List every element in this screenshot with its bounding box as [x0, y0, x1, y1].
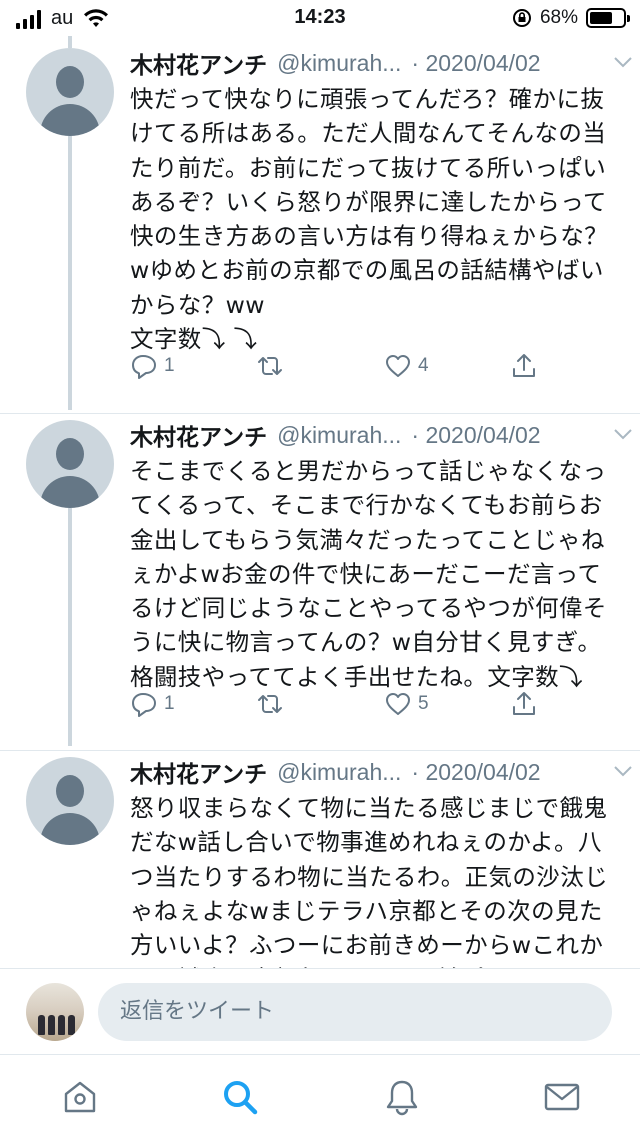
reply-icon [132, 693, 156, 717]
my-avatar[interactable] [26, 983, 84, 1041]
default-avatar-head [56, 775, 84, 807]
reply-button[interactable]: 1 [130, 686, 175, 722]
tweet-thread[interactable]: 木村花アンチ @kimurah... · 2020/04/02 快だって快なりに… [0, 36, 640, 968]
tweet[interactable]: 木村花アンチ @kimurah... · 2020/04/02 快だって快なりに… [0, 46, 640, 411]
rotation-lock-icon [512, 9, 531, 27]
tweet-date: · 2020/04/02 [411, 49, 541, 76]
display-name[interactable]: 木村花アンチ [130, 46, 267, 80]
battery-fill [590, 12, 612, 24]
share-button[interactable] [510, 686, 538, 722]
tab-messages[interactable] [542, 1077, 582, 1117]
tweet-header: 木村花アンチ @kimurah... · 2020/04/02 [130, 755, 620, 789]
like-count: 5 [418, 693, 429, 714]
reply-input[interactable]: 返信をツイート [98, 983, 612, 1041]
like-count: 4 [418, 355, 429, 376]
share-icon [513, 692, 535, 715]
default-avatar-head [56, 66, 84, 98]
tweet-divider [0, 413, 640, 414]
avatar[interactable] [26, 757, 114, 845]
tab-home[interactable] [60, 1077, 100, 1117]
avatar[interactable] [26, 420, 114, 508]
user-handle[interactable]: @kimurah... [277, 422, 401, 449]
share-icon [513, 354, 535, 377]
avatar-figure [68, 1015, 75, 1035]
avatar[interactable] [26, 48, 114, 136]
share-button[interactable] [510, 348, 538, 384]
default-avatar-body [40, 104, 100, 136]
home-icon [64, 1081, 96, 1113]
retweet-button[interactable] [256, 686, 290, 722]
tweet-actions: 1 4 [130, 348, 550, 384]
messages-icon [544, 1083, 580, 1111]
reply-bar: 返信をツイート [0, 968, 640, 1054]
tweet-text: そこまでくると男だからって話じゃなくなってくるって、そこまで行かなくてもお前らお… [130, 457, 607, 691]
battery-percent: 68% [539, 7, 578, 28]
reply-icon [132, 355, 156, 379]
chevron-down-icon[interactable] [612, 763, 634, 779]
search-icon [224, 1081, 258, 1115]
tweet-header: 木村花アンチ @kimurah... · 2020/04/02 [130, 46, 620, 80]
heart-icon [386, 693, 410, 715]
status-bar-right: 68% [512, 7, 630, 29]
display-name[interactable]: 木村花アンチ [130, 418, 267, 452]
default-avatar-body [40, 813, 100, 845]
user-handle[interactable]: @kimurah... [277, 759, 401, 786]
avatar-figure [38, 1015, 45, 1035]
tab-bar [0, 1054, 640, 1138]
retweet-button[interactable] [256, 348, 290, 384]
tweet-date: · 2020/04/02 [411, 758, 541, 785]
retweet-icon [258, 695, 282, 713]
battery-icon [586, 8, 630, 28]
tweet-divider [0, 750, 640, 751]
tweet-text: 快だって快なりに頑張ってんだろ？確かに抜けてる所はある。ただ人間なんてそんなの当… [130, 85, 608, 354]
tweet-date: · 2020/04/02 [411, 421, 541, 448]
display-name[interactable]: 木村花アンチ [130, 755, 267, 789]
reply-count: 1 [164, 355, 175, 376]
reply-button[interactable]: 1 [130, 348, 175, 384]
chevron-down-icon[interactable] [612, 426, 634, 442]
default-avatar-head [56, 438, 84, 470]
tab-notifications[interactable] [382, 1077, 422, 1117]
reply-count: 1 [164, 693, 175, 714]
heart-icon [386, 355, 410, 377]
notifications-icon [386, 1080, 418, 1116]
default-avatar-body [40, 476, 100, 508]
tab-search[interactable] [220, 1077, 260, 1117]
tweet-actions: 1 5 [130, 686, 550, 722]
tweet-header: 木村花アンチ @kimurah... · 2020/04/02 [130, 418, 620, 452]
avatar-figure [48, 1015, 55, 1035]
tweet[interactable]: 木村花アンチ @kimurah... · 2020/04/02 怒り収まらなくて… [0, 755, 640, 968]
retweet-icon [258, 357, 282, 375]
like-button[interactable]: 5 [384, 686, 429, 722]
tweet[interactable]: 木村花アンチ @kimurah... · 2020/04/02 そこまでくると男… [0, 418, 640, 748]
status-bar: au 14:23 68% [0, 0, 640, 36]
like-button[interactable]: 4 [384, 348, 429, 384]
avatar-figure [58, 1015, 65, 1035]
tweet-text: 怒り収まらなくて物に当たる感じまじで餓鬼だなw話し合いで物事進めれねぇのかよ。八… [130, 794, 608, 968]
user-handle[interactable]: @kimurah... [277, 50, 401, 77]
chevron-down-icon[interactable] [612, 54, 634, 70]
